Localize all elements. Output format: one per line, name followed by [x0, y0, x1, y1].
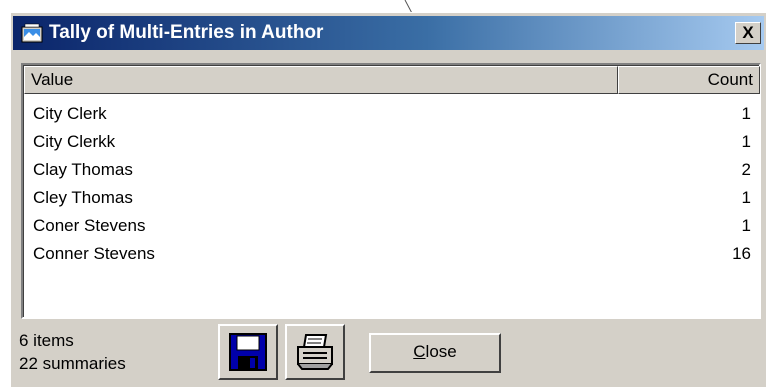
row-value: Cley Thomas: [33, 188, 133, 207]
row-value: City Clerkk: [33, 132, 116, 151]
floppy-disk-icon: [229, 333, 267, 371]
list-row[interactable]: City Clerk 1: [24, 100, 759, 128]
printer-icon: [297, 334, 333, 370]
tally-dialog: Tally of Multi-Entries in Author X Value…: [10, 12, 767, 388]
window-title: Tally of Multi-Entries in Author: [49, 22, 324, 43]
list-row[interactable]: Conner Stevens 16: [24, 240, 759, 268]
list-row[interactable]: City Clerkk 1: [24, 128, 759, 156]
save-button[interactable]: [218, 324, 278, 380]
column-header-count[interactable]: Count: [618, 66, 760, 94]
row-count: 1: [741, 132, 751, 151]
row-value: City Clerk: [33, 104, 107, 123]
close-button-label: Close: [413, 342, 457, 361]
row-count: 2: [741, 160, 751, 179]
row-count: 1: [741, 216, 751, 235]
tally-list[interactable]: Value Count City Clerk 1 City Clerkk 1 C…: [21, 63, 761, 319]
row-value: Coner Stevens: [33, 216, 146, 235]
row-count: 1: [741, 104, 751, 123]
list-row[interactable]: Cley Thomas 1: [24, 184, 759, 212]
row-value: Conner Stevens: [33, 244, 155, 263]
close-window-button[interactable]: X: [735, 22, 761, 44]
item-count-label: 6 items: [19, 331, 74, 350]
row-count: 1: [741, 188, 751, 207]
list-row[interactable]: Coner Stevens 1: [24, 212, 759, 240]
close-button[interactable]: Close: [369, 333, 501, 373]
list-header: Value Count: [24, 66, 760, 94]
column-header-value[interactable]: Value: [24, 66, 618, 94]
row-value: Clay Thomas: [33, 160, 133, 179]
list-row[interactable]: Clay Thomas 2: [24, 156, 759, 184]
print-button[interactable]: [285, 324, 345, 380]
title-bar[interactable]: Tally of Multi-Entries in Author X: [13, 16, 764, 50]
summary-count-label: 22 summaries: [19, 354, 126, 373]
row-count: 16: [732, 244, 751, 263]
app-icon: [21, 23, 43, 43]
